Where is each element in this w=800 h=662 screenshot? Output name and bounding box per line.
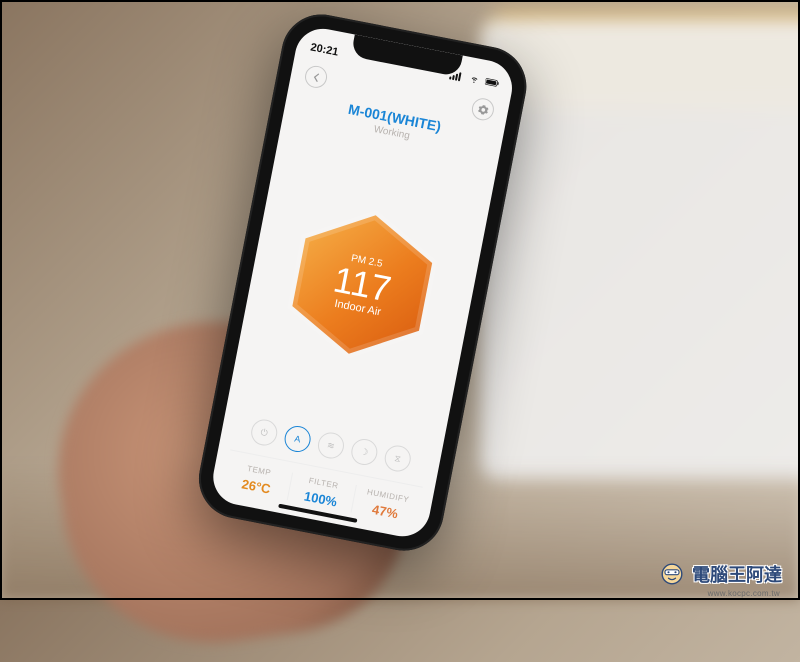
watermark-logo-icon xyxy=(658,560,686,588)
mode-sleep-button[interactable]: ☽ xyxy=(349,437,379,467)
reading-hexagon: PM 2.5 117 Indoor Air xyxy=(274,197,450,373)
stat-temp: TEMP 26°C xyxy=(223,460,293,500)
mode-auto-button[interactable]: A xyxy=(282,424,312,454)
mode-fan-button[interactable]: ≋ xyxy=(316,430,346,460)
battery-icon xyxy=(484,76,500,88)
wifi-icon xyxy=(467,73,483,85)
chevron-left-icon xyxy=(311,72,322,83)
status-right xyxy=(449,69,500,88)
background-product xyxy=(480,20,800,480)
watermark-text: 電腦王阿達 xyxy=(692,561,782,587)
mode-power-button[interactable]: ⏻ xyxy=(249,417,279,447)
reading-display: PM 2.5 117 Indoor Air xyxy=(227,117,499,448)
gear-icon xyxy=(476,103,489,116)
status-time: 20:21 xyxy=(309,41,339,58)
settings-button[interactable] xyxy=(470,96,496,122)
watermark: 電腦王阿達 xyxy=(658,560,782,588)
back-button[interactable] xyxy=(303,64,329,90)
watermark-url: www.kocpc.com.tw xyxy=(708,589,780,598)
stat-humidify: HUMIDIFY 47% xyxy=(352,485,421,525)
mode-timer-button[interactable]: ⧖ xyxy=(382,443,412,473)
